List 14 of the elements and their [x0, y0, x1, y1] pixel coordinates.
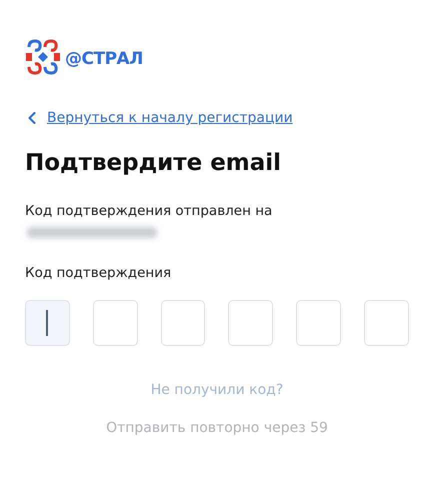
- page-title: Подтвердите email: [25, 149, 282, 178]
- code-label: Код подтверждения: [25, 265, 172, 281]
- code-digit-field[interactable]: [364, 300, 409, 346]
- logo-wordmark: @СТРАЛ: [65, 49, 143, 69]
- back-link[interactable]: Вернуться к началу регистрации: [25, 110, 293, 126]
- code-digit-field[interactable]: [25, 300, 70, 346]
- code-digit-field[interactable]: [296, 300, 342, 346]
- logo-icon: [25, 39, 61, 75]
- resend-timer-text: Отправить повторно через 59: [106, 420, 328, 436]
- code-digit-field[interactable]: [228, 300, 274, 346]
- code-digit-field[interactable]: [160, 300, 206, 346]
- chevron-left-icon: [28, 112, 36, 124]
- code-digit-field[interactable]: [92, 300, 138, 346]
- confirmation-message: Код подтверждения отправлен на: [25, 203, 272, 219]
